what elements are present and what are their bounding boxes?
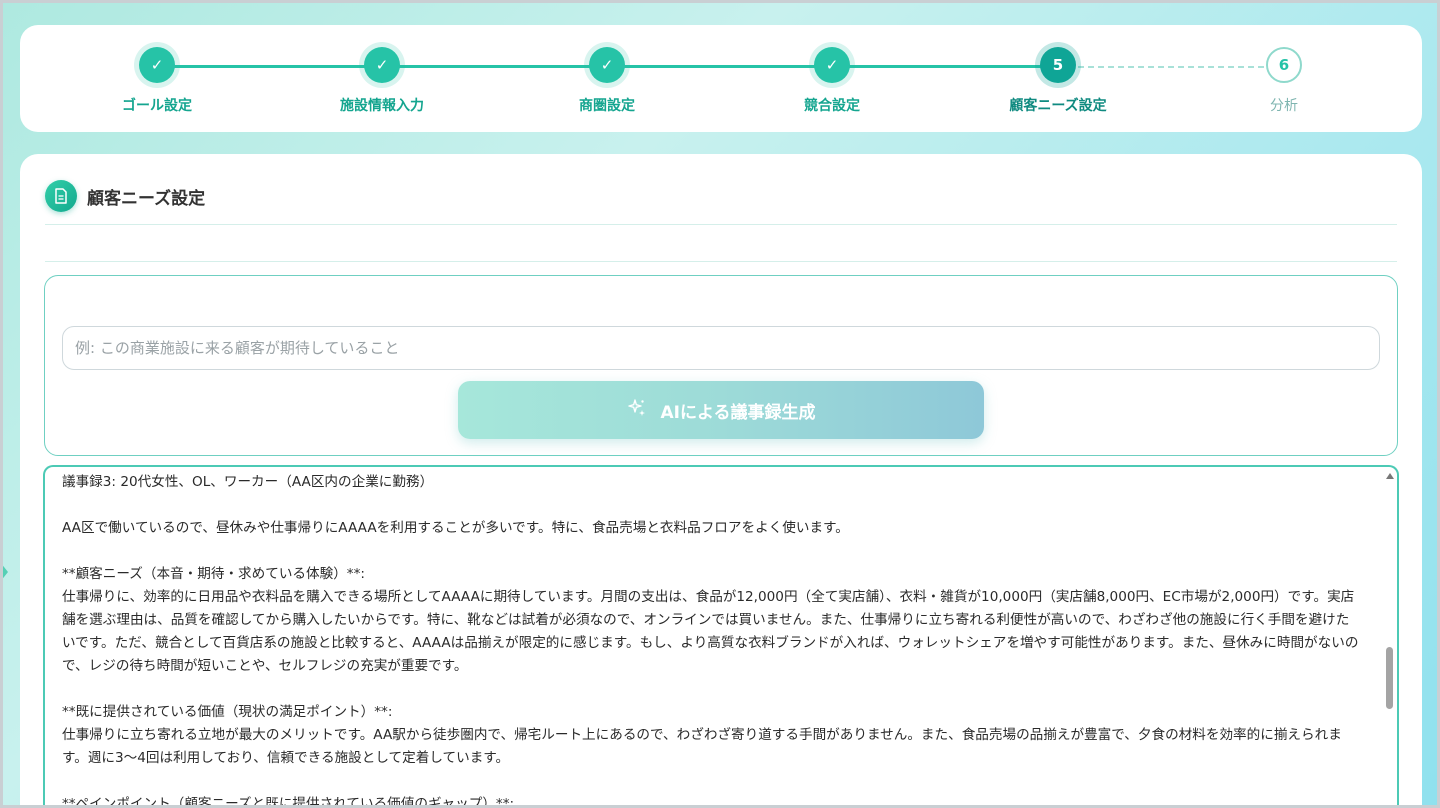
- minutes-scrollbar[interactable]: [1385, 471, 1395, 808]
- scroll-thumb[interactable]: [1386, 647, 1393, 709]
- sparkles-icon: [627, 398, 647, 423]
- check-icon: ✓: [139, 47, 175, 83]
- step-facility-info[interactable]: ✓ 施設情報入力: [302, 47, 462, 115]
- decorative-shape: [0, 562, 8, 582]
- progress-stepper: ✓ ゴール設定 ✓ 施設情報入力 ✓ 商圏設定 ✓ 競合設定 5 顧客ニーズ設定…: [20, 25, 1422, 132]
- divider: [45, 224, 1397, 225]
- step-label: 分析: [1270, 98, 1298, 114]
- step-trade-area[interactable]: ✓ 商圏設定: [527, 47, 687, 115]
- needs-prompt-input[interactable]: [62, 326, 1380, 370]
- check-icon: ✓: [364, 47, 400, 83]
- generate-button-label: AIによる議事録生成: [660, 402, 816, 423]
- generate-minutes-button[interactable]: AIによる議事録生成: [458, 381, 984, 439]
- check-icon: ✓: [814, 47, 850, 83]
- scroll-up-arrow-icon[interactable]: [1386, 473, 1394, 479]
- step-label: 商圏設定: [579, 98, 635, 114]
- section-header: 顧客ニーズ設定: [45, 180, 205, 212]
- minutes-content: 議事録3: 20代女性、OL、ワーカー（AA区内の企業に勤務） AA区で働いてい…: [62, 474, 1359, 808]
- customer-needs-card: 顧客ニーズ設定 AIによる議事録生成 議事録3: 20代女性、OL、ワーカー（A…: [20, 154, 1422, 808]
- step-number: 6: [1266, 47, 1302, 83]
- divider: [45, 261, 1397, 262]
- section-title: 顧客ニーズ設定: [87, 188, 206, 209]
- step-goal[interactable]: ✓ ゴール設定: [77, 47, 237, 115]
- check-icon: ✓: [589, 47, 625, 83]
- step-label: 顧客ニーズ設定: [1009, 98, 1107, 114]
- step-label: 競合設定: [804, 98, 860, 114]
- prompt-panel: AIによる議事録生成: [44, 275, 1398, 456]
- step-customer-needs[interactable]: 5 顧客ニーズ設定: [978, 47, 1138, 115]
- step-number: 5: [1040, 47, 1076, 83]
- step-label: ゴール設定: [122, 98, 192, 114]
- document-icon: [45, 180, 77, 212]
- step-competitors[interactable]: ✓ 競合設定: [752, 47, 912, 115]
- minutes-textarea[interactable]: 議事録3: 20代女性、OL、ワーカー（AA区内の企業に勤務） AA区で働いてい…: [43, 465, 1399, 808]
- step-analysis[interactable]: 6 分析: [1204, 47, 1364, 115]
- step-label: 施設情報入力: [340, 98, 424, 114]
